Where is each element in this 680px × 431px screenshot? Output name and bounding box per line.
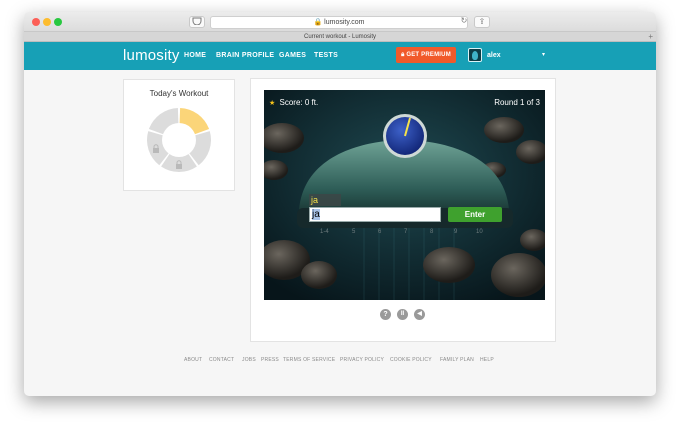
tab-strip: Current workout - Lumosity + [24,32,656,42]
address-bar[interactable]: 🔒 lumosity.com [210,16,468,29]
footer-link-contact[interactable]: CONTACT [209,357,234,363]
number-track-item: 8 [430,229,434,235]
workout-title: Today's Workout [149,89,209,98]
pocket-icon-glyph [192,17,202,26]
sound-icon[interactable]: ◀ [414,309,425,320]
footer-link-cookie[interactable]: COOKIE POLICY [390,357,432,363]
site-navbar: lumosity HOME BRAIN PROFILE GAMES TESTS … [24,42,656,70]
workout-card: Today's Workout [123,79,235,191]
score-display: ★ Score: 0 ft. [269,98,318,107]
number-track-item: 1-4 [320,229,329,235]
footer-link-privacy[interactable]: PRIVACY POLICY [340,357,384,363]
minimize-window-icon[interactable] [43,18,51,26]
tab-title[interactable]: Current workout - Lumosity [304,34,376,40]
lock-icon: 🔒︎ [401,52,405,58]
number-track-item: 5 [352,229,356,235]
nav-brain-profile[interactable]: BRAIN PROFILE [216,52,274,59]
zoom-window-icon[interactable] [54,18,62,26]
lumosity-logo[interactable]: lumosity [123,47,180,64]
username[interactable]: alex [487,52,501,59]
footer-link-help[interactable]: HELP [480,357,494,363]
close-window-icon[interactable] [32,18,40,26]
number-track-item: 9 [454,229,458,235]
browser-window: 🔒 lumosity.com ↻ ⇪ Current workout - Lum… [24,12,656,396]
score-label: Score: 0 ft. [279,98,319,107]
footer: ABOUT CONTACT JOBS PRESS TERMS OF SERVIC… [24,357,656,369]
footer-link-jobs[interactable]: JOBS [242,357,256,363]
nav-games[interactable]: GAMES [279,52,306,59]
game-scene [264,90,545,300]
enter-button[interactable]: Enter [448,207,502,222]
premium-label: GET PREMIUM [406,52,451,58]
game-card: ★ Score: 0 ft. Round 1 of 3 ja ja Enter … [250,78,556,342]
number-track-item: 10 [476,229,483,235]
nav-tests[interactable]: TESTS [314,52,338,59]
lock-icon: 🔒 [313,19,323,26]
word-input[interactable]: ja [309,207,441,222]
share-icon[interactable]: ⇪ [474,16,490,28]
workout-progress-donut[interactable] [146,107,212,173]
pause-icon[interactable]: II [397,309,408,320]
title-bar: 🔒 lumosity.com ↻ ⇪ [24,12,656,32]
number-track-item: 6 [378,229,382,235]
footer-link-about[interactable]: ABOUT [184,357,202,363]
chevron-down-icon[interactable]: ▾ [542,51,545,58]
reload-icon[interactable]: ↻ [456,16,472,28]
footer-link-family-plan[interactable]: FAMILY PLAN [440,357,474,363]
previous-word: ja [309,194,341,206]
help-icon[interactable]: ? [380,309,391,320]
footer-link-press[interactable]: PRESS [261,357,279,363]
footer-link-terms[interactable]: TERMS OF SERVICE [283,357,335,363]
get-premium-button[interactable]: 🔒︎ GET PREMIUM [396,47,456,63]
number-track: 1-4 5 6 7 8 9 10 [320,229,500,241]
round-indicator: Round 1 of 3 [494,98,540,107]
game-canvas[interactable]: ★ Score: 0 ft. Round 1 of 3 ja ja Enter … [264,90,545,300]
star-icon: ★ [269,100,276,107]
pocket-icon[interactable] [189,16,205,28]
word-input-value: ja [312,209,320,220]
nav-home[interactable]: HOME [184,52,206,59]
avatar[interactable] [468,48,482,62]
number-track-item: 7 [404,229,408,235]
new-tab-icon[interactable]: + [648,32,653,41]
url-text: lumosity.com [324,19,365,26]
